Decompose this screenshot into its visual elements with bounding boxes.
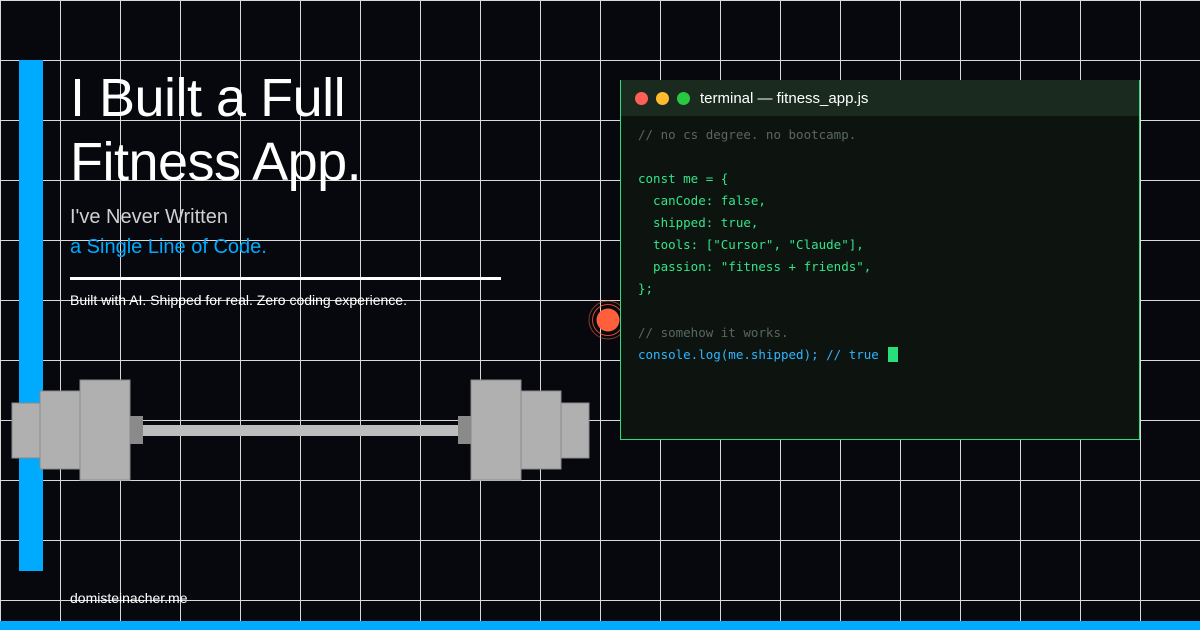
divider (70, 277, 501, 280)
maximize-dot-icon (677, 91, 690, 105)
code-line: // somehow it works. (638, 325, 789, 340)
site-url: domisteinacher.me (70, 590, 188, 606)
terminal-titlebar: terminal — fitness_app.js (621, 80, 1139, 116)
barbell-icon (11, 379, 590, 481)
tagline: Built with AI. Shipped for real. Zero co… (70, 292, 407, 308)
bottom-accent-bar (0, 621, 1200, 630)
subheadline-line-2: a Single Line of Code. (70, 236, 267, 258)
terminal-code: // no cs degree. no bootcamp. const me = … (621, 116, 1139, 366)
code-line: const me = { (638, 171, 729, 186)
headline-line-2: Fitness App. (70, 132, 362, 192)
subheadline-line-1: I've Never Written (70, 206, 228, 228)
code-line: }; (638, 281, 654, 296)
code-line: canCode: false, (638, 193, 766, 208)
terminal-window: terminal — fitness_app.js // no cs degre… (620, 80, 1140, 440)
code-line: passion: "fitness + friends", (638, 259, 872, 274)
code-line: // no cs degree. no bootcamp. (638, 127, 857, 142)
headline-line-1: I Built a Full (70, 68, 346, 128)
code-line: console.log(me.shipped); // true (638, 344, 1139, 366)
terminal-title: terminal — fitness_app.js (700, 89, 869, 107)
headline: I Built a Full Fitness App. (70, 66, 362, 194)
close-dot-icon (635, 91, 648, 105)
code-line: shipped: true, (638, 215, 759, 230)
accent-bar (19, 60, 43, 571)
minimize-dot-icon (656, 91, 669, 105)
code-line: tools: ["Cursor", "Claude"], (638, 237, 864, 252)
terminal-cursor (888, 347, 899, 362)
